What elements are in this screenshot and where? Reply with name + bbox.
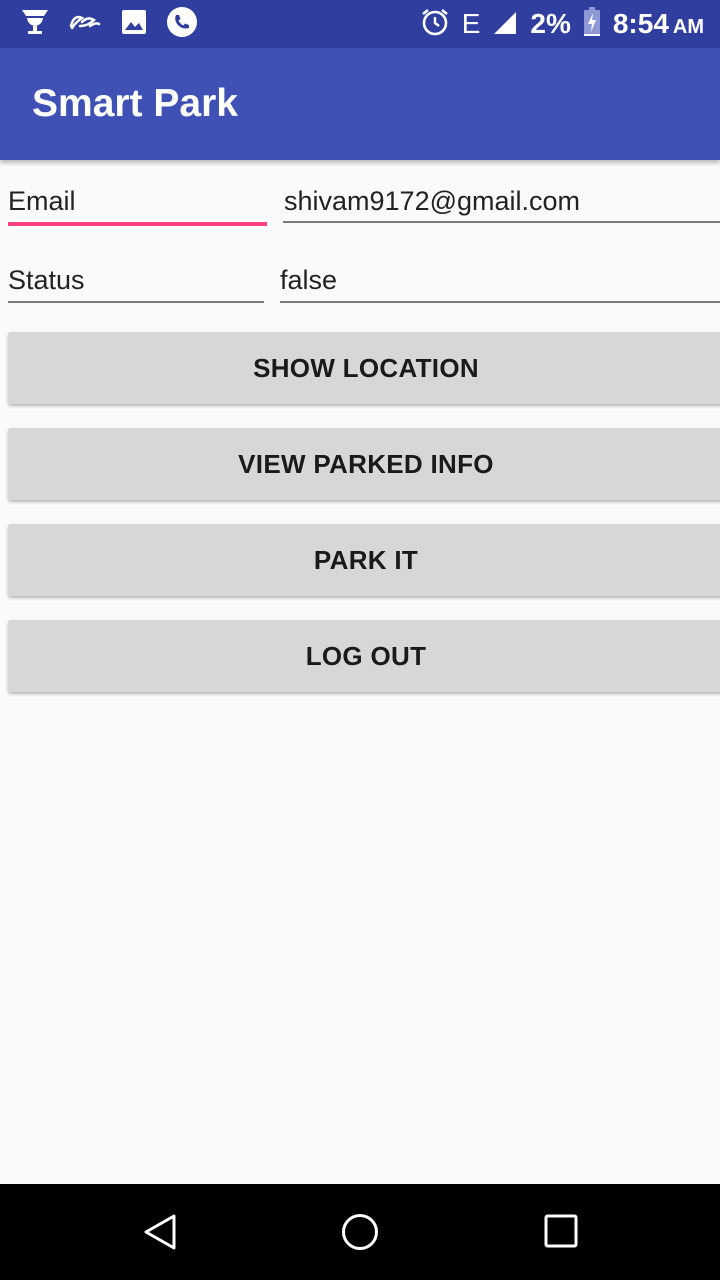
- home-icon[interactable]: [340, 1212, 380, 1252]
- status-label-underline: [8, 301, 264, 303]
- image-icon: [120, 8, 148, 41]
- log-out-button[interactable]: LOG OUT: [8, 620, 720, 692]
- alarm-icon: [420, 7, 450, 42]
- clock-ampm: AM: [672, 16, 704, 38]
- show-location-button[interactable]: SHOW LOCATION: [8, 332, 720, 404]
- view-parked-info-button[interactable]: VIEW PARKED INFO: [8, 428, 720, 500]
- network-type: E: [461, 8, 481, 39]
- status-field-underline: [280, 301, 720, 303]
- email-label-underline: [8, 222, 267, 226]
- signal-icon: [492, 8, 518, 41]
- recents-icon[interactable]: [542, 1212, 582, 1252]
- back-icon[interactable]: [140, 1212, 180, 1252]
- page-title: Smart Park: [32, 82, 238, 125]
- email-label[interactable]: Email: [8, 186, 76, 217]
- notification-icons: [20, 6, 198, 43]
- alibaba-icon: [68, 12, 102, 37]
- clock: 8:54 AM: [613, 8, 704, 40]
- status-label[interactable]: Status: [8, 265, 85, 296]
- status-field[interactable]: false: [280, 265, 337, 296]
- park-it-button[interactable]: PARK IT: [8, 524, 720, 596]
- clock-time: 8:54: [612, 8, 669, 39]
- system-icons: E 2% 8:54 AM: [420, 6, 704, 42]
- battery-percent: 2%: [530, 8, 571, 39]
- status-bar: E 2% 8:54 AM: [0, 0, 720, 48]
- email-field[interactable]: shivam9172@gmail.com: [284, 186, 580, 217]
- phone-icon: [166, 6, 198, 43]
- navigation-bar: [0, 1184, 720, 1280]
- app-bar: Smart Park: [0, 48, 720, 160]
- email-field-underline: [283, 221, 720, 223]
- battery-charging-icon: [583, 6, 601, 42]
- trophy-icon: [20, 8, 50, 41]
